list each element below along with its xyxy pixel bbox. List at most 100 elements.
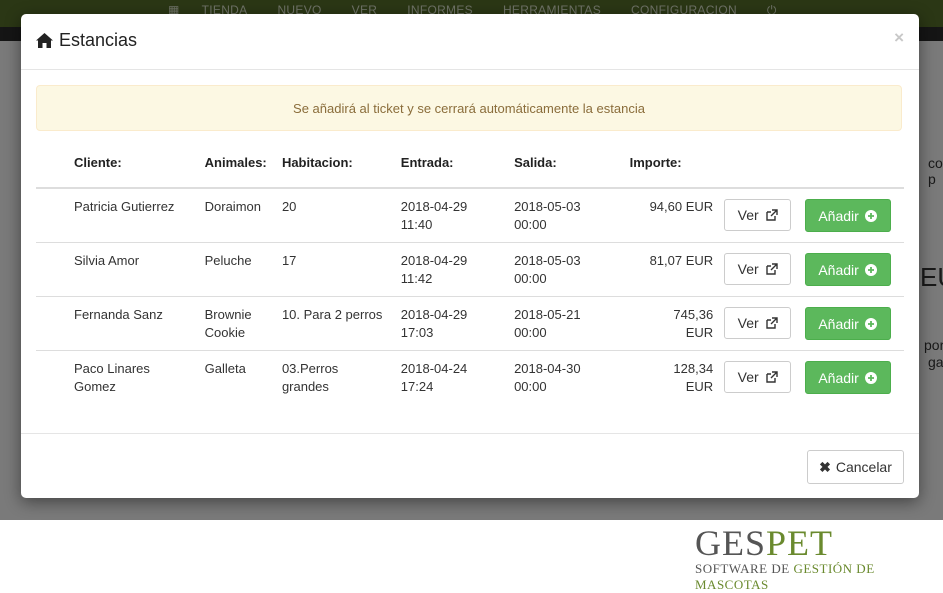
modal-header: Estancias × — [21, 14, 919, 70]
cell-importe: 128,34 EUR — [611, 350, 722, 404]
cell-salida-line: 00:00 — [514, 379, 547, 394]
cancel-button[interactable]: ✖ Cancelar — [807, 450, 904, 484]
cell-cliente: Paco Linares Gomez — [36, 350, 205, 404]
cell-importe-line: 745,36 — [673, 307, 714, 322]
cell-animales-line: Peluche — [204, 253, 252, 268]
cell-cliente-line: Silvia Amor — [74, 253, 140, 268]
home-icon — [36, 33, 53, 48]
logo-name-ges: GES — [695, 523, 767, 563]
ver-label: Ver — [737, 369, 759, 385]
cell-salida-line: 00:00 — [514, 271, 547, 286]
cell-animales: Doraimon — [204, 187, 282, 243]
ver-button[interactable]: Ver — [724, 253, 792, 285]
gespet-logo: GESPET SOFTWARE DE GESTIÓN DE MASCOTAS — [695, 525, 943, 593]
cell-salida: 2018-05-21 00:00 — [514, 296, 612, 351]
table-row: Patricia Gutierrez Doraimon 20 2018-04-29 11… — [36, 187, 904, 243]
add-label: Añadir — [818, 261, 859, 278]
add-label: Añadir — [818, 315, 859, 332]
cell-animales-line: Galleta — [204, 361, 246, 376]
cell-ver: Ver — [721, 187, 805, 243]
cell-entrada-line: 17:03 — [400, 325, 434, 340]
column-header-entrada: Entrada: — [400, 155, 515, 189]
cell-ver: Ver — [721, 242, 805, 297]
cell-salida: 2018-05-03 00:00 — [514, 242, 612, 297]
cell-importe-line: EUR — [685, 379, 714, 394]
column-header-importe: Importe: — [611, 155, 722, 189]
cell-cliente-line: Fernanda Sanz — [74, 307, 163, 322]
cell-add: Añadir — [804, 242, 904, 297]
cell-entrada-line: 2018-04-29 — [400, 199, 468, 214]
cell-add: Añadir — [804, 187, 904, 243]
external-link-icon — [765, 262, 778, 275]
cell-animales-line: Cookie — [204, 325, 246, 340]
cell-habitacion: 03.Perros grandes — [281, 350, 401, 404]
plus-circle-icon — [864, 209, 877, 222]
column-header-add — [804, 155, 904, 189]
ver-button[interactable]: Ver — [724, 361, 792, 393]
estancias-table: Cliente: Animales: Habitacion: Entrada: … — [36, 155, 904, 404]
column-header-ver — [721, 155, 805, 189]
ver-button[interactable]: Ver — [724, 199, 792, 231]
cell-importe-line: 128,34 — [673, 361, 714, 376]
info-alert: Se añadirá al ticket y se cerrará automá… — [36, 85, 902, 131]
add-button[interactable]: Añadir — [804, 199, 891, 232]
cell-salida-line: 2018-05-21 — [514, 307, 581, 322]
cell-cliente-line: Gomez — [74, 379, 116, 394]
cell-importe-line: 81,07 EUR — [649, 253, 714, 268]
cell-add: Añadir — [804, 296, 904, 351]
cell-habitacion: 20 — [281, 187, 401, 243]
add-button[interactable]: Añadir — [804, 253, 891, 286]
column-header-salida: Salida: — [514, 155, 612, 189]
cell-entrada: 2018-04-29 11:40 — [400, 187, 515, 243]
cell-cliente: Patricia Gutierrez — [36, 187, 205, 243]
cell-importe-line: EUR — [685, 325, 714, 340]
close-icon: ✖ — [819, 458, 831, 475]
cell-habitacion-line: 20 — [281, 199, 297, 214]
logo-tagline: SOFTWARE DE GESTIÓN DE MASCOTAS — [695, 561, 943, 593]
ver-button[interactable]: Ver — [724, 307, 792, 339]
cell-entrada-line: 2018-04-24 — [400, 361, 468, 376]
external-link-icon — [765, 316, 778, 329]
table-header-row: Cliente: Animales: Habitacion: Entrada: … — [36, 155, 904, 189]
add-button[interactable]: Añadir — [804, 307, 891, 340]
cell-animales: Galleta — [204, 350, 282, 404]
cell-salida-line: 2018-05-03 — [514, 199, 581, 214]
external-link-icon — [765, 370, 778, 383]
cell-importe: 745,36 EUR — [611, 296, 722, 351]
plus-circle-icon — [864, 317, 877, 330]
cell-add: Añadir — [804, 350, 904, 404]
logo-name-pet: PET — [766, 523, 834, 563]
cell-entrada-line: 11:40 — [400, 217, 433, 232]
cell-habitacion-line: 03.Perros — [281, 361, 339, 376]
ver-label: Ver — [737, 207, 759, 223]
column-header-cliente: Cliente: — [36, 155, 205, 189]
cell-entrada: 2018-04-29 11:42 — [400, 242, 515, 297]
cell-salida-line: 00:00 — [514, 217, 547, 232]
cell-importe: 81,07 EUR — [611, 242, 722, 297]
cell-animales-line: Doraimon — [204, 199, 261, 214]
cell-animales: Peluche — [204, 242, 282, 297]
ver-label: Ver — [737, 315, 759, 331]
cell-salida-line: 00:00 — [514, 325, 547, 340]
cell-entrada-line: 2018-04-29 — [400, 307, 468, 322]
cell-animales: Brownie Cookie — [204, 296, 282, 351]
cell-cliente-line: Paco Linares — [74, 361, 150, 376]
add-label: Añadir — [818, 369, 859, 386]
plus-circle-icon — [864, 263, 877, 276]
modal-title-text: Estancias — [59, 30, 138, 50]
close-icon[interactable]: × — [894, 28, 904, 48]
table-row: Fernanda Sanz Brownie Cookie 10. Para 2 per… — [36, 296, 904, 351]
modal-footer: ✖ Cancelar — [21, 433, 919, 499]
cell-habitacion-line: grandes — [281, 379, 329, 394]
plus-circle-icon — [864, 371, 877, 384]
cell-importe-line: 94,60 EUR — [649, 199, 714, 214]
add-button[interactable]: Añadir — [804, 361, 891, 394]
cell-habitacion-line: 17 — [281, 253, 297, 268]
cell-habitacion: 17 — [281, 242, 401, 297]
cell-entrada-line: 11:42 — [400, 271, 433, 286]
estancias-modal: Estancias × Se añadirá al ticket y se ce… — [21, 14, 919, 498]
add-label: Añadir — [818, 207, 859, 224]
cell-habitacion-line: 10. Para 2 perros — [281, 307, 383, 322]
table-body: Patricia Gutierrez Doraimon 20 2018-04-29 11… — [36, 187, 904, 404]
cell-salida: 2018-04-30 00:00 — [514, 350, 612, 404]
